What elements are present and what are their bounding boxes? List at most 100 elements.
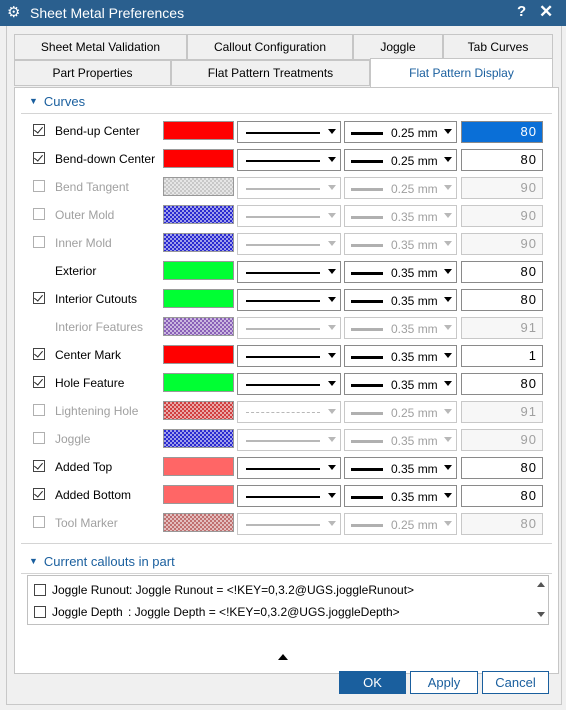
layer-input[interactable]: 80	[461, 289, 543, 311]
curve-row: Bend-up Center 0.25 mm 80	[15, 118, 560, 146]
cancel-button[interactable]: Cancel	[482, 671, 549, 694]
color-swatch[interactable]	[163, 345, 234, 364]
layer-input[interactable]: 90	[461, 233, 543, 255]
chevron-down-icon	[328, 185, 336, 190]
line-font-dropdown[interactable]	[237, 457, 341, 479]
layer-input[interactable]: 91	[461, 317, 543, 339]
tab-flat-pattern-display[interactable]: Flat Pattern Display	[370, 58, 553, 87]
color-swatch[interactable]	[163, 233, 234, 252]
tab-flat-pattern-treatments[interactable]: Flat Pattern Treatments	[171, 60, 370, 86]
color-swatch[interactable]	[163, 121, 234, 140]
curve-checkbox[interactable]	[33, 124, 45, 136]
tab-part-properties[interactable]: Part Properties	[14, 60, 171, 86]
line-font-dropdown[interactable]	[237, 261, 341, 283]
line-width-dropdown[interactable]: 0.35 mm	[344, 289, 457, 311]
layer-input[interactable]: 80	[461, 149, 543, 171]
line-width-dropdown[interactable]: 0.35 mm	[344, 261, 457, 283]
curve-checkbox[interactable]	[33, 180, 45, 192]
color-swatch[interactable]	[163, 177, 234, 196]
color-swatch[interactable]	[163, 513, 234, 532]
curve-checkbox[interactable]	[33, 292, 45, 304]
tab-callout-configuration[interactable]: Callout Configuration	[187, 34, 353, 60]
curve-label: Outer Mold	[55, 208, 115, 222]
line-width-dropdown[interactable]: 0.25 mm	[344, 513, 457, 535]
line-width-dropdown[interactable]: 0.35 mm	[344, 345, 457, 367]
line-font-dropdown[interactable]	[237, 177, 341, 199]
curve-checkbox[interactable]	[33, 376, 45, 388]
line-font-dropdown[interactable]	[237, 485, 341, 507]
callouts-scrollbar[interactable]	[534, 576, 548, 624]
callout-checkbox[interactable]	[34, 606, 46, 618]
help-button[interactable]: ?	[517, 3, 526, 20]
curves-section-header[interactable]: ▼ Curves	[29, 94, 85, 109]
callout-checkbox[interactable]	[34, 584, 46, 596]
line-font-dropdown[interactable]	[237, 373, 341, 395]
color-swatch[interactable]	[163, 429, 234, 448]
line-width-dropdown[interactable]: 0.25 mm	[344, 121, 457, 143]
color-swatch[interactable]	[163, 485, 234, 504]
line-width-dropdown[interactable]: 0.35 mm	[344, 457, 457, 479]
line-width-dropdown[interactable]: 0.25 mm	[344, 177, 457, 199]
apply-button[interactable]: Apply	[410, 671, 478, 694]
line-font-dropdown[interactable]	[237, 429, 341, 451]
color-swatch[interactable]	[163, 457, 234, 476]
curve-checkbox[interactable]	[33, 516, 45, 528]
curve-checkbox[interactable]	[33, 208, 45, 220]
layer-input[interactable]: 90	[461, 177, 543, 199]
line-width-dropdown[interactable]: 0.35 mm	[344, 485, 457, 507]
line-width-dropdown[interactable]: 0.35 mm	[344, 429, 457, 451]
callouts-section-header[interactable]: ▼ Current callouts in part	[29, 554, 175, 569]
line-font-dropdown[interactable]	[237, 121, 341, 143]
layer-input[interactable]: 91	[461, 401, 543, 423]
line-width-dropdown[interactable]: 0.35 mm	[344, 373, 457, 395]
tab-joggle[interactable]: Joggle	[353, 34, 443, 60]
line-font-dropdown[interactable]	[237, 205, 341, 227]
layer-input[interactable]: 90	[461, 429, 543, 451]
scroll-up-icon[interactable]	[537, 582, 545, 587]
collapse-arrow-icon[interactable]	[278, 654, 288, 660]
color-swatch[interactable]	[163, 317, 234, 336]
tab-tab-curves[interactable]: Tab Curves	[443, 34, 553, 60]
curve-checkbox[interactable]	[33, 236, 45, 248]
scroll-down-icon[interactable]	[537, 612, 545, 617]
layer-input[interactable]: 80	[461, 121, 543, 143]
color-swatch[interactable]	[163, 401, 234, 420]
color-swatch[interactable]	[163, 261, 234, 280]
line-width-dropdown[interactable]: 0.25 mm	[344, 401, 457, 423]
color-swatch[interactable]	[163, 149, 234, 168]
curve-checkbox[interactable]	[33, 432, 45, 444]
line-font-dropdown[interactable]	[237, 149, 341, 171]
curve-checkbox[interactable]	[33, 460, 45, 472]
curve-checkbox[interactable]	[33, 488, 45, 500]
layer-input[interactable]: 90	[461, 205, 543, 227]
curve-checkbox[interactable]	[33, 348, 45, 360]
line-font-icon	[246, 496, 320, 498]
color-swatch[interactable]	[163, 205, 234, 224]
line-font-dropdown[interactable]	[237, 401, 341, 423]
line-width-dropdown[interactable]: 0.35 mm	[344, 205, 457, 227]
layer-input[interactable]: 1	[461, 345, 543, 367]
ok-button[interactable]: OK	[339, 671, 406, 694]
line-font-dropdown[interactable]	[237, 289, 341, 311]
layer-input[interactable]: 80	[461, 261, 543, 283]
curve-checkbox[interactable]	[33, 404, 45, 416]
tab-sheet-metal-validation[interactable]: Sheet Metal Validation	[14, 34, 187, 60]
line-font-dropdown[interactable]	[237, 345, 341, 367]
line-font-dropdown[interactable]	[237, 233, 341, 255]
layer-input[interactable]: 80	[461, 485, 543, 507]
layer-input[interactable]: 80	[461, 513, 543, 535]
line-width-dropdown[interactable]: 0.35 mm	[344, 233, 457, 255]
color-swatch[interactable]	[163, 373, 234, 392]
line-font-dropdown[interactable]	[237, 513, 341, 535]
layer-input[interactable]: 80	[461, 457, 543, 479]
color-swatch[interactable]	[163, 289, 234, 308]
close-button[interactable]: ✕	[539, 2, 553, 22]
line-font-dropdown[interactable]	[237, 317, 341, 339]
curve-checkbox[interactable]	[33, 152, 45, 164]
line-font-icon	[246, 132, 320, 134]
window-title: Sheet Metal Preferences	[30, 5, 185, 21]
line-width-dropdown[interactable]: 0.25 mm	[344, 149, 457, 171]
line-width-dropdown[interactable]: 0.35 mm	[344, 317, 457, 339]
check-icon	[34, 348, 43, 358]
layer-input[interactable]: 80	[461, 373, 543, 395]
